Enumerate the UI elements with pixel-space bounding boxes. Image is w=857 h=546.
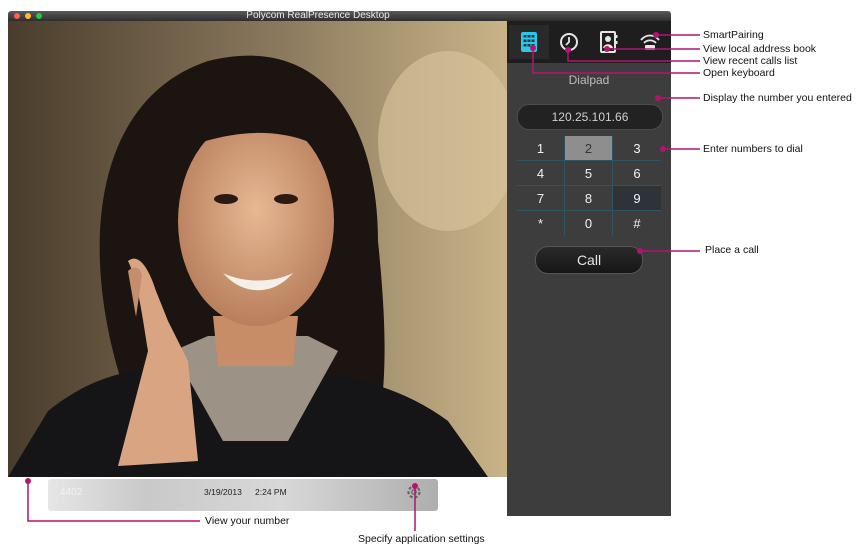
callout-recent-calls: View recent calls list [703, 55, 798, 67]
callout-address-book: View local address book [703, 43, 817, 55]
callout-app-settings: Specify application settings [358, 533, 485, 545]
callout-enter-numbers: Enter numbers to dial [703, 143, 803, 155]
callout-place-call: Place a call [705, 244, 759, 256]
callout-lines [25, 32, 700, 531]
callout-display-number: Display the number you entered [703, 92, 852, 104]
callout-view-number: View your number [205, 515, 290, 527]
callout-smart-pairing: SmartPairing [703, 29, 764, 41]
callout-open-keyboard: Open keyboard [703, 67, 775, 79]
